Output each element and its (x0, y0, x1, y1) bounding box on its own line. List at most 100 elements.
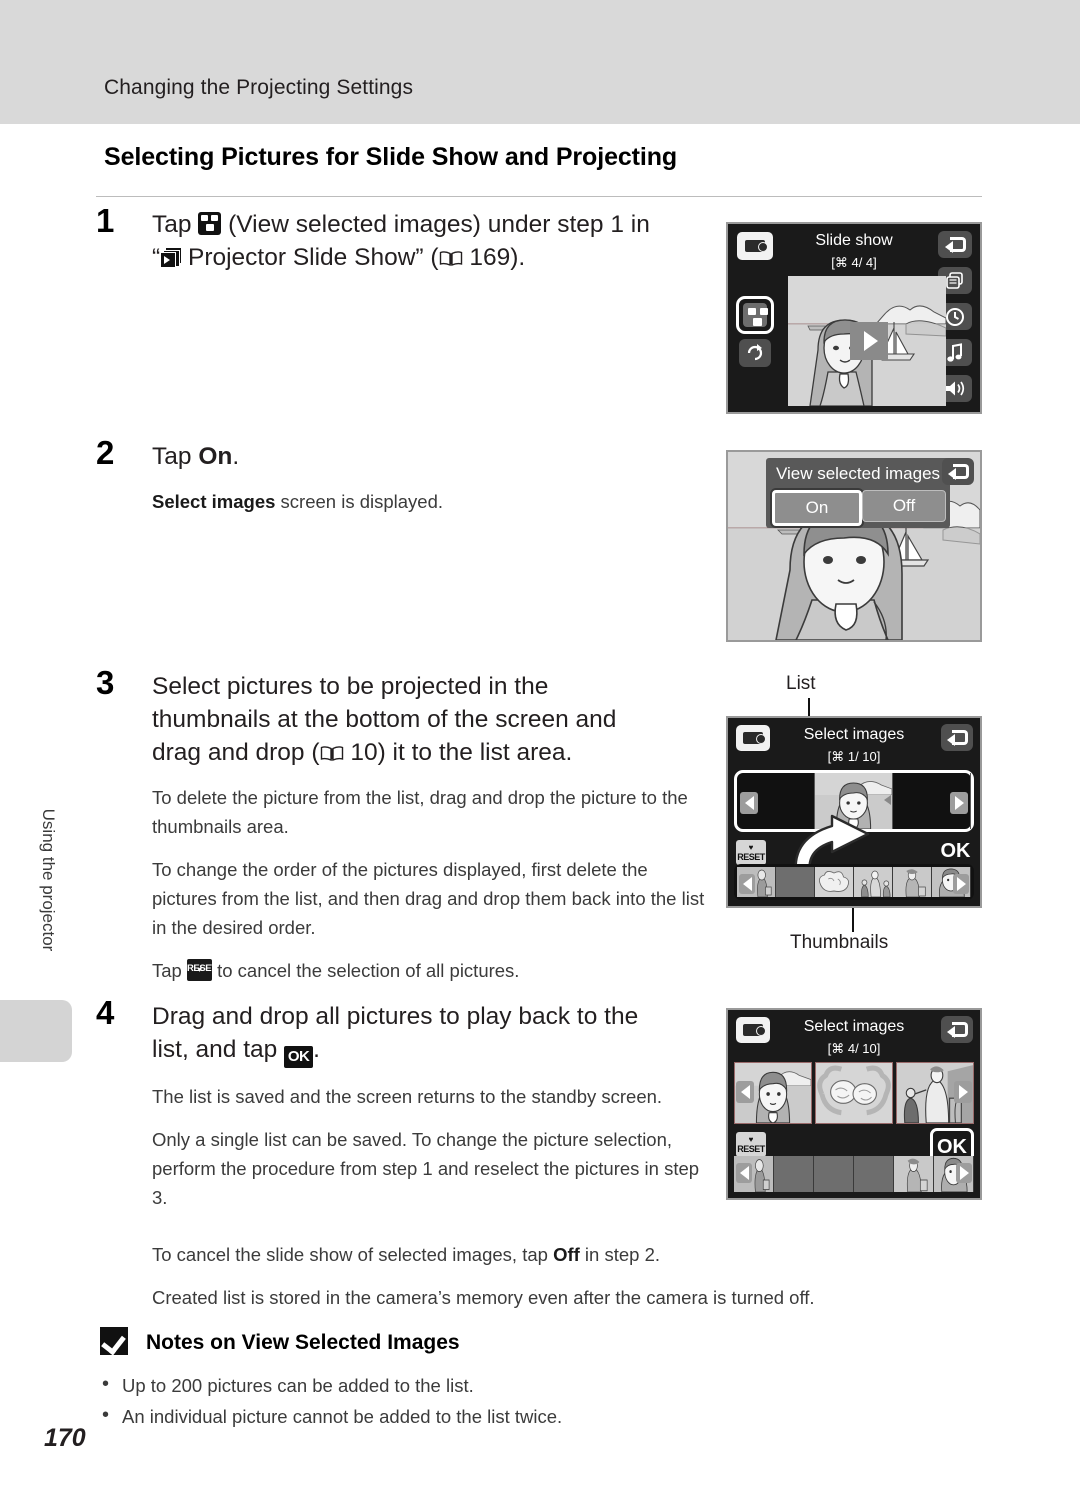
thumbnail-cell-empty[interactable] (854, 1156, 894, 1192)
chapter-tab-label: Using the projector (39, 808, 58, 952)
note-item: Up to 200 pictures can be added to the l… (96, 1369, 896, 1401)
step-4-subtext: The list is saved and the screen returns… (152, 1082, 712, 1212)
running-head-text: Changing the Projecting Settings (104, 76, 414, 99)
thumbnails-strip[interactable] (734, 864, 974, 900)
thumbnail-cell-empty[interactable] (776, 867, 815, 897)
step-3-sub-3a: Tap (152, 960, 187, 981)
view-selected-images-dialog: View selected images On Off (766, 458, 950, 528)
book-reference-icon (439, 250, 463, 267)
step-3-line-2: thumbnails at the bottom of the screen a… (152, 706, 617, 733)
list-cell[interactable] (815, 1062, 893, 1124)
reset-icon: ♥ RESET (186, 959, 217, 981)
step-1-text-c: “ (152, 244, 161, 271)
label-list: List (786, 673, 816, 694)
reset-button[interactable]: ♥ RESET (736, 1132, 766, 1157)
step-4-sub-off-b: in step 2. (579, 1244, 660, 1265)
page-number: 170 (44, 1424, 86, 1452)
thumbnail-cell-empty[interactable] (814, 1156, 854, 1192)
book-reference-icon (320, 745, 344, 762)
step-4-line-2a: list, and tap (152, 1036, 285, 1063)
step-4-line-2b: . (313, 1036, 320, 1063)
step-1-text-b: (View selected images) under step 1 in (221, 211, 650, 238)
thumbnail-cell-empty[interactable] (774, 1156, 814, 1192)
label-thumbnails: Thumbnails (790, 932, 889, 953)
option-off[interactable]: Off (862, 490, 946, 522)
thumbnails-next-arrow[interactable] (956, 1163, 972, 1183)
repeat-icon[interactable] (739, 339, 771, 367)
reset-label: RESET (737, 1143, 765, 1154)
return-icon[interactable] (941, 1016, 973, 1043)
leader-line-thumbnails (852, 908, 854, 932)
step-3-line-3a: drag and drop ( (152, 739, 320, 766)
screen-view-selected-images: View selected images On Off (726, 450, 982, 642)
step-3-number: 3 (96, 664, 115, 701)
step-4-sub-off-bold: Off (553, 1244, 580, 1265)
step-4-heading: Drag and drop all pictures to play back … (152, 1000, 712, 1068)
step-2-subtext: Select images screen is displayed. (152, 487, 443, 516)
thumbnail-cell[interactable] (894, 1156, 934, 1192)
note-item: An individual picture cannot be added to… (96, 1400, 896, 1432)
step-1-text-e: 169). (462, 244, 526, 271)
thumbnails-prev-arrow[interactable] (736, 1163, 752, 1183)
step-1-text-d: Projector Slide Show” ( (181, 244, 439, 271)
step-2-text-a: Tap (152, 443, 199, 470)
thumbnail-cell[interactable] (815, 867, 854, 897)
screen-slide-show: Slide show [⌘ 4/ 4] (726, 222, 982, 414)
view-selected-images-button[interactable] (736, 296, 774, 334)
step-4-number: 4 (96, 994, 115, 1031)
step-1-number: 1 (96, 202, 115, 239)
dialog-title: View selected images (775, 464, 941, 483)
rule-under-section-title (96, 196, 982, 197)
list-area[interactable] (734, 1062, 974, 1124)
step-4-sub-off-a: To cancel the slide show of selected ima… (152, 1244, 554, 1265)
thumbnails-strip[interactable] (734, 1156, 974, 1192)
step-4-sub-created: Created list is stored in the camera’s m… (152, 1287, 815, 1308)
thumbnails-prev-arrow[interactable] (739, 874, 755, 894)
step-2-text-on: On (198, 443, 233, 470)
option-on[interactable]: On (772, 490, 862, 526)
step-2-text-b: . (232, 443, 240, 470)
step-2-sub-bold: Select images (152, 491, 276, 512)
notes-title: Notes on View Selected Images (146, 1331, 460, 1354)
ok-button[interactable]: OK (939, 838, 972, 865)
play-icon[interactable] (850, 322, 888, 360)
notes-list: Up to 200 pictures can be added to the l… (96, 1369, 896, 1432)
section-title: Selecting Pictures for Slide Show and Pr… (104, 143, 678, 171)
list-prev-arrow[interactable] (740, 792, 758, 814)
step-3-line-1: Select pictures to be projected in the (152, 673, 549, 700)
step-3-line-3b: 10) it to the list area. (343, 739, 573, 766)
return-icon[interactable] (941, 724, 973, 751)
return-icon[interactable] (938, 231, 972, 258)
step-3-body: Select pictures to be projected in the t… (152, 670, 712, 985)
step-4-sub-off: To cancel the slide show of selected ima… (152, 1240, 952, 1269)
projector-slide-show-icon (160, 248, 182, 268)
ok-label: OK (940, 840, 971, 862)
step-2-sub-rest: screen is displayed. (275, 491, 444, 512)
step-3-sub-3b: to cancel the selection of all pictures. (211, 960, 520, 981)
return-icon[interactable] (942, 458, 974, 485)
note-check-icon (100, 1327, 128, 1355)
step-1-body: Tap (View selected images) under step 1 … (152, 208, 650, 274)
running-head-band (0, 0, 1080, 124)
list-prev-arrow[interactable] (736, 1081, 754, 1103)
reset-button[interactable]: ♥ RESET (736, 840, 766, 865)
step-4-extra-notes: To cancel the slide show of selected ima… (152, 1240, 952, 1312)
thumbnails-next-arrow[interactable] (953, 874, 969, 894)
screen-select-images-count: [⌘ 4/ 10] (827, 1041, 881, 1056)
screen-select-images-step4: Select images [⌘ 4/ 10] ♥ RESET OK (726, 1008, 982, 1200)
step-3-sub-1: To delete the picture from the list, dra… (152, 787, 688, 837)
preview-photo (788, 276, 946, 406)
list-next-arrow[interactable] (950, 792, 968, 814)
step-4-sub-2: Only a single list can be saved. To chan… (152, 1129, 700, 1208)
step-3-sub-2: To change the order of the pictures disp… (152, 859, 705, 938)
step-2-number: 2 (96, 434, 115, 471)
step-1-heading: Tap (View selected images) under step 1 … (152, 208, 650, 274)
step-4-line-1: Drag and drop all pictures to play back … (152, 1003, 639, 1030)
step-3-sub-3: Tap ♥ RESET to cancel the selection of al… (152, 956, 712, 985)
thumbnail-cell[interactable] (893, 867, 932, 897)
reset-label: RESET (737, 851, 765, 862)
thumbnail-cell[interactable] (854, 867, 893, 897)
ok-icon: OK (284, 1046, 314, 1068)
list-next-arrow[interactable] (954, 1081, 972, 1103)
screen-select-images-step3: Select images [⌘ 1/ 10] ♥ RESET OK (726, 716, 982, 908)
